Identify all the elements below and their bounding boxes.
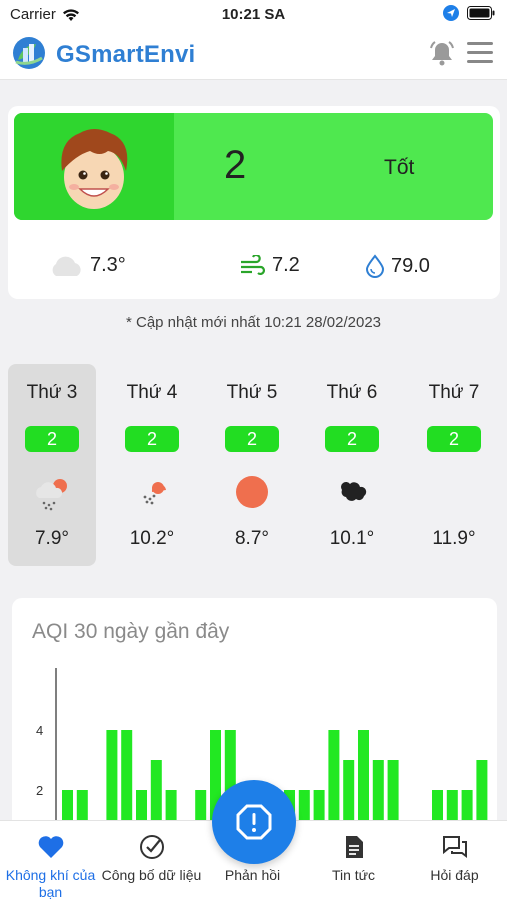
tab-data-publication[interactable]: Công bố dữ liệu bbox=[101, 821, 202, 900]
forecast-temp: 11.9° bbox=[432, 528, 476, 549]
humidity-item: 79.0 bbox=[365, 254, 430, 278]
forecast-aqi-badge: 2 bbox=[325, 426, 379, 452]
alert-icon bbox=[236, 804, 272, 840]
heart-icon bbox=[38, 836, 64, 858]
forecast-day-name: Thứ 7 bbox=[428, 382, 480, 403]
feedback-fab-button[interactable] bbox=[212, 780, 296, 864]
tab-label: Hỏi đáp bbox=[430, 867, 479, 883]
forecast-day-name: Thứ 4 bbox=[126, 382, 178, 403]
chat-icon bbox=[443, 836, 467, 858]
clock: 10:21 SA bbox=[221, 6, 286, 23]
status-bar: Carrier 10:21 SA bbox=[0, 0, 507, 28]
forecast-aqi-badge: 2 bbox=[225, 426, 279, 452]
document-icon bbox=[346, 836, 363, 858]
temperature-item: 7.3° bbox=[48, 254, 126, 277]
battery-icon bbox=[467, 6, 495, 20]
forecast-aqi-badge: 2 bbox=[427, 426, 481, 452]
humidity-value: 79.0 bbox=[391, 254, 430, 277]
forecast-temp: 7.9° bbox=[34, 528, 69, 549]
tab-news[interactable]: Tin tức bbox=[303, 821, 404, 900]
cloud-rain-sun-icon bbox=[36, 479, 67, 511]
sun-icon bbox=[236, 476, 268, 508]
weather-row: 7.3° 7.2 79.0 bbox=[8, 254, 500, 284]
forecast-day[interactable]: Thứ 4 2 10.2° bbox=[108, 364, 196, 566]
forecast-temp: 10.1° bbox=[329, 528, 375, 549]
forecast-day-name: Thứ 6 bbox=[326, 382, 378, 403]
forecast-aqi-badge: 2 bbox=[25, 426, 79, 452]
tab-label: Tin tức bbox=[331, 867, 376, 883]
forecast-temp: 10.2° bbox=[129, 528, 175, 549]
happy-face-icon bbox=[61, 129, 128, 209]
forecast-aqi-badge: 2 bbox=[125, 426, 179, 452]
tab-faq[interactable]: Hỏi đáp bbox=[404, 821, 505, 900]
aqi-card: 2 Tốt 7.3° 7.2 79.0 bbox=[8, 106, 500, 299]
location-icon bbox=[443, 5, 459, 21]
app-logo-icon bbox=[13, 37, 45, 69]
aqi-status: Tốt bbox=[384, 156, 415, 179]
forecast-day-name: Thứ 3 bbox=[26, 382, 78, 403]
app-title: GSmartEnvi bbox=[56, 41, 196, 68]
forecast-day-name: Thứ 5 bbox=[226, 382, 278, 403]
wind-icon bbox=[241, 254, 265, 275]
last-updated: * Cập nhật mới nhất 10:21 28/02/2023 bbox=[125, 314, 382, 331]
menu-icon[interactable] bbox=[467, 42, 493, 64]
forecast-day[interactable]: Thứ 7 2 11.9° bbox=[410, 364, 498, 566]
check-circle-icon bbox=[140, 835, 164, 859]
tab-label: Không khí của bạn bbox=[5, 867, 96, 900]
rain-sun-icon bbox=[143, 482, 166, 505]
aqi-value: 2 bbox=[224, 143, 247, 187]
tab-label: Phản hồi bbox=[224, 867, 281, 883]
forecast-day[interactable]: Thứ 5 2 8.7° bbox=[208, 364, 296, 566]
forecast-row: Thứ 3 2 7.9° Thứ 4 2 10.2° Thứ 5 2 8.7° … bbox=[8, 364, 506, 566]
tab-air-quality[interactable]: Không khí của bạn bbox=[0, 821, 101, 900]
app-header: GSmartEnvi bbox=[0, 28, 507, 80]
water-drop-icon bbox=[365, 254, 385, 278]
dark-cloud-icon bbox=[341, 482, 367, 501]
wind-value: 7.2 bbox=[272, 254, 300, 276]
temperature-value: 7.3° bbox=[90, 254, 126, 276]
forecast-temp: 8.7° bbox=[234, 528, 269, 549]
face-panel bbox=[14, 113, 174, 220]
tab-label: Công bố dữ liệu bbox=[101, 867, 202, 883]
forecast-day[interactable]: Thứ 3 2 7.9° bbox=[8, 364, 96, 566]
y-tick-label: 4 bbox=[36, 723, 43, 738]
forecast-day[interactable]: Thứ 6 2 10.1° bbox=[308, 364, 396, 566]
y-tick-label: 2 bbox=[36, 783, 43, 798]
aqi-banner: 2 Tốt bbox=[14, 113, 493, 220]
bell-icon[interactable] bbox=[429, 40, 455, 66]
wind-item: 7.2 bbox=[240, 254, 300, 277]
cloud-icon bbox=[52, 256, 81, 276]
